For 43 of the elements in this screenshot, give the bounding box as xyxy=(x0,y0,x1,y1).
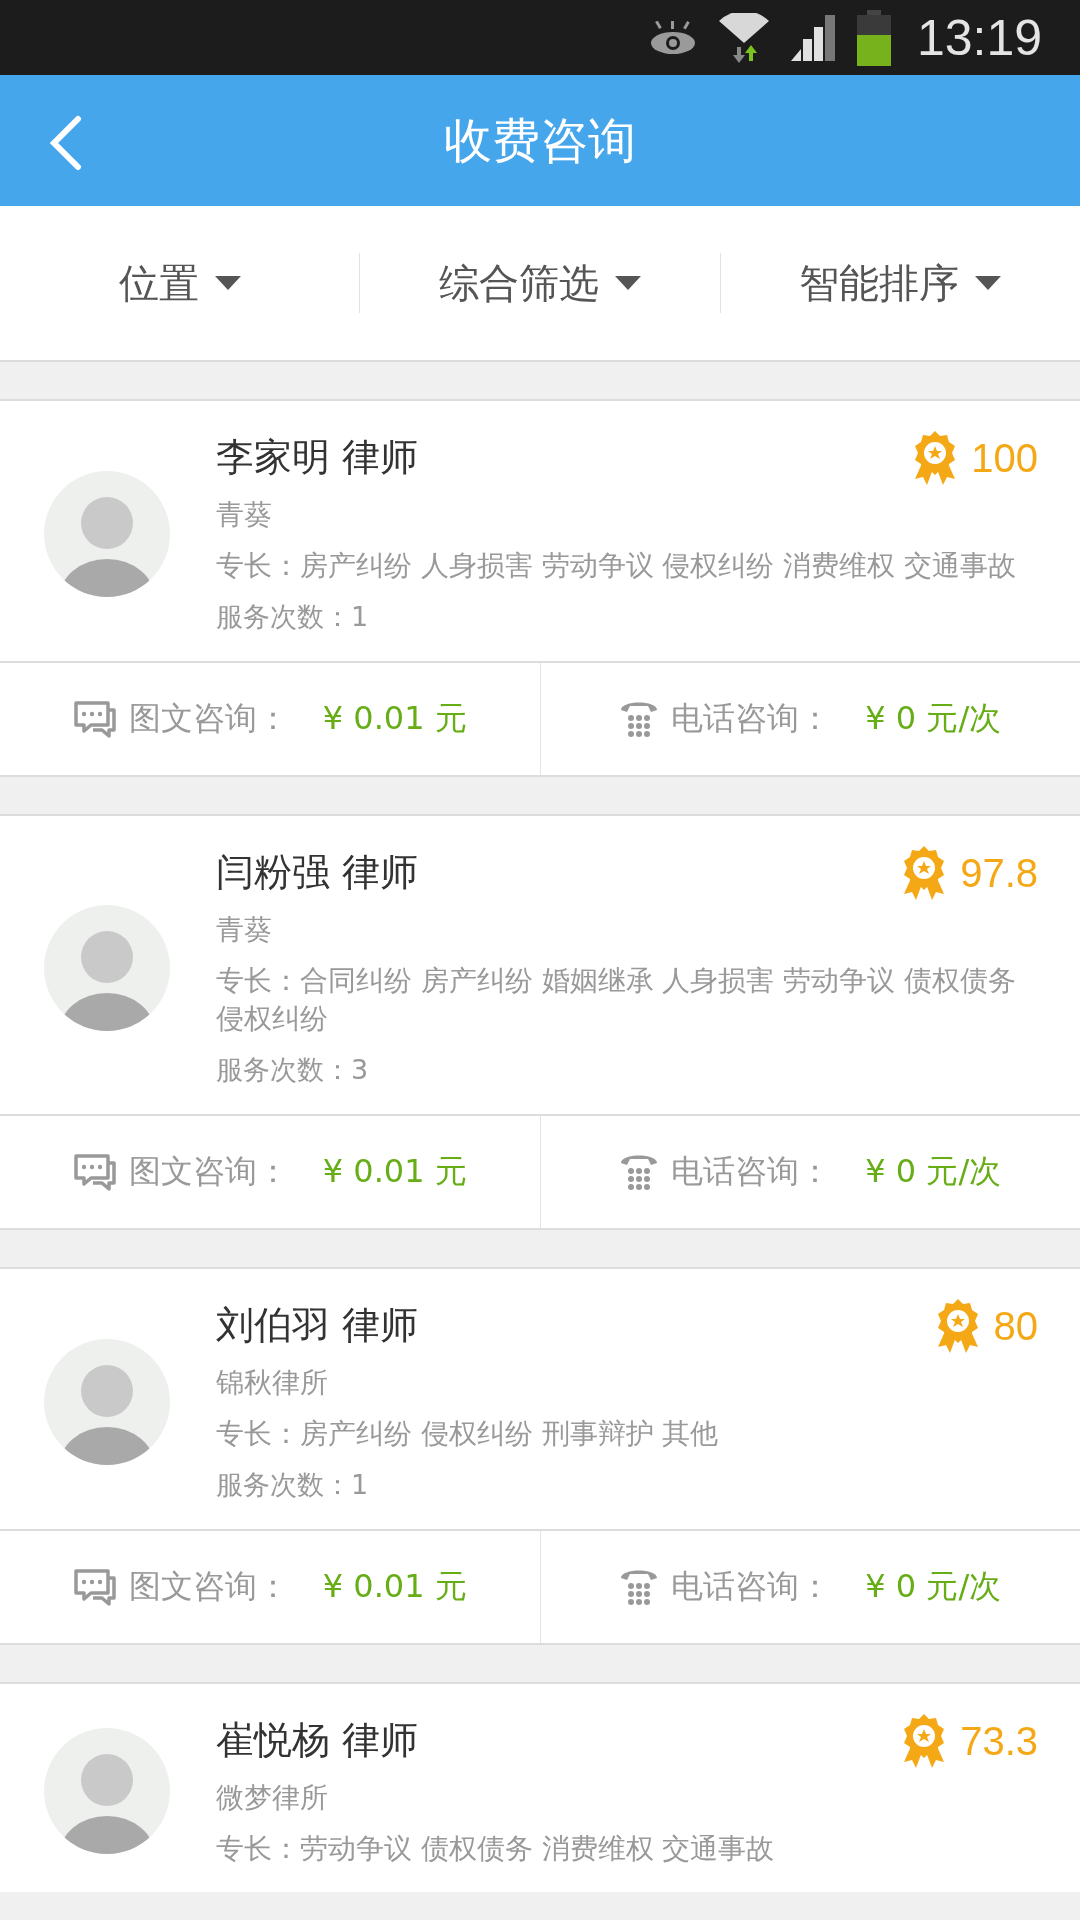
chat-icon xyxy=(72,1568,117,1606)
rating-score: 80 xyxy=(993,1303,1038,1349)
medal-icon xyxy=(902,846,947,900)
filter-dropdown[interactable]: 智能排序 xyxy=(720,206,1080,360)
service-count: 服务次数：3 xyxy=(216,1053,369,1087)
caret-icon xyxy=(975,276,1002,290)
filter-dropdown[interactable]: 综合筛选 xyxy=(360,206,720,360)
medal-icon xyxy=(935,1299,980,1353)
battery-icon xyxy=(856,9,891,66)
phone-consult-button[interactable]: 电话咨询： ¥ 0 元/次 xyxy=(539,1116,1080,1228)
chat-icon xyxy=(72,1153,117,1191)
text-consult-button[interactable]: 图文咨询： ¥ 0.01 元 xyxy=(0,1116,540,1228)
text-consult-button[interactable]: 图文咨询： ¥ 0.01 元 xyxy=(0,1531,540,1643)
service-count: 服务次数：1 xyxy=(216,1468,369,1502)
rating-score: 73.3 xyxy=(960,1718,1038,1764)
law-firm: 青葵 xyxy=(216,912,272,948)
signal-icon xyxy=(790,14,837,61)
law-firm: 青葵 xyxy=(216,497,272,533)
phone-consult-button[interactable]: 电话咨询： ¥ 0 元/次 xyxy=(539,1531,1080,1643)
text-consult-button[interactable]: 图文咨询： ¥ 0.01 元 xyxy=(0,663,540,775)
lawyer-name: 崔悦杨 律师 xyxy=(216,1717,419,1764)
service-count: 服务次数：1 xyxy=(216,600,369,634)
status-time: 13:19 xyxy=(916,8,1042,67)
eye-icon xyxy=(648,20,697,55)
specialties-text: 专长：劳动争议 债权债务 消费维权 交通事故 xyxy=(216,1831,776,1867)
rating-score: 100 xyxy=(971,435,1038,481)
rating-score: 97.8 xyxy=(960,850,1038,896)
filter-dropdown[interactable]: 位置 xyxy=(0,206,360,360)
caret-icon xyxy=(214,276,241,290)
specialties-text: 专长：房产纠纷 侵权纠纷 刑事辩护 其他 xyxy=(216,1416,720,1452)
lawyer-name: 李家明 律师 xyxy=(216,434,419,481)
caret-icon xyxy=(615,276,641,290)
chat-icon xyxy=(72,700,117,738)
lawyer-name: 刘伯羽 律师 xyxy=(216,1302,419,1349)
phone-consult-button[interactable]: 电话咨询： ¥ 0 元/次 xyxy=(539,663,1080,775)
law-firm: 锦秋律所 xyxy=(216,1365,328,1401)
law-firm: 微梦律所 xyxy=(216,1780,328,1816)
medal-icon xyxy=(902,1714,947,1768)
page-title: 收费咨询 xyxy=(444,110,636,170)
lawyer-name: 闫粉强 律师 xyxy=(216,849,419,896)
specialties-text: 专长：房产纠纷 人身损害 劳动争议 侵权纠纷 消费维权 交通事故 xyxy=(216,548,1017,584)
medal-icon xyxy=(913,431,958,485)
specialties-text: 专长：合同纠纷 房产纠纷 婚姻继承 人身损害 劳动争议 债权债务侵权纠纷 xyxy=(216,963,1017,1037)
